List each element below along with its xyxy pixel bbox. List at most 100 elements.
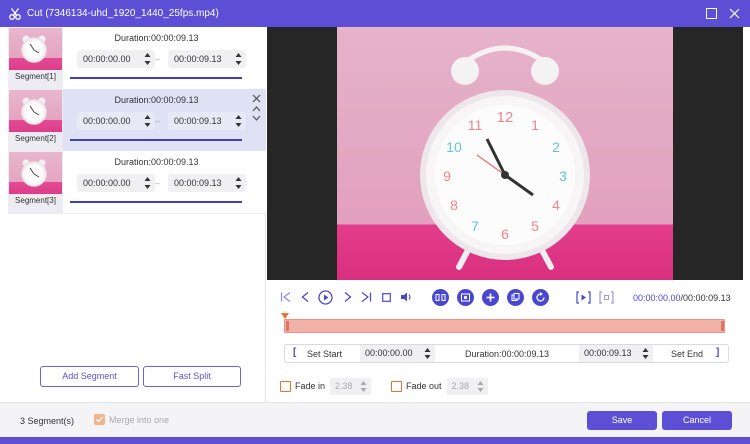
video-frame: 12 1 2 3 4 5 6 7 8 9 10 11 bbox=[337, 27, 673, 280]
fade-in-label: Fade in bbox=[295, 381, 326, 391]
segment-separator: – bbox=[155, 54, 161, 64]
fade-out-input[interactable]: 2.38 bbox=[446, 377, 488, 395]
segment-start-input[interactable]: 00:00:00.00 bbox=[77, 50, 155, 68]
segment-duration: Duration:00:00:09.13 bbox=[114, 95, 199, 105]
stepper-icon[interactable] bbox=[477, 380, 484, 393]
fade-in-control: Fade in 2.38 bbox=[280, 377, 372, 395]
stop-selection-icon[interactable] bbox=[598, 289, 614, 305]
segment-item[interactable]: Segment[3] Duration:00:00:09.13 00:00:00… bbox=[8, 151, 266, 213]
play-button[interactable] bbox=[317, 289, 333, 305]
segment-duration: Duration:00:00:09.13 bbox=[114, 157, 199, 167]
svg-text:8: 8 bbox=[450, 197, 458, 213]
fast-split-button[interactable]: Fast Split bbox=[143, 366, 241, 387]
svg-text:11: 11 bbox=[468, 117, 483, 133]
svg-text:12: 12 bbox=[497, 109, 514, 126]
save-button[interactable]: Save bbox=[587, 411, 657, 430]
segment-item[interactable]: Segment[1] Duration:00:00:09.13 00:00:00… bbox=[8, 27, 266, 89]
fade-out-control: Fade out 2.38 bbox=[391, 377, 488, 395]
previous-frame-icon[interactable] bbox=[299, 289, 311, 305]
set-range-bar: [ Set Start 00:00:00.00 Duration:00:00:0… bbox=[284, 344, 729, 363]
list-divider bbox=[8, 213, 266, 214]
stepper-icon[interactable] bbox=[235, 176, 242, 190]
play-selection-icon[interactable] bbox=[575, 289, 591, 305]
segment-range-bar bbox=[70, 201, 242, 203]
svg-text:2: 2 bbox=[552, 139, 560, 155]
svg-text:3: 3 bbox=[559, 168, 567, 184]
next-frame-icon[interactable] bbox=[342, 289, 354, 305]
cancel-button[interactable]: Cancel bbox=[662, 411, 732, 430]
fade-out-checkbox[interactable] bbox=[391, 380, 402, 392]
volume-icon[interactable] bbox=[399, 289, 413, 305]
split-icon[interactable] bbox=[431, 288, 449, 306]
segment-label: Segment[3] bbox=[15, 196, 56, 205]
segment-duration: Duration:00:00:09.13 bbox=[114, 33, 199, 43]
svg-text:10: 10 bbox=[446, 139, 462, 155]
timeline-track[interactable] bbox=[281, 313, 725, 333]
fade-in-input[interactable]: 2.38 bbox=[330, 377, 372, 395]
go-to-end-icon[interactable] bbox=[359, 289, 373, 305]
merge-option: Merge into one bbox=[94, 414, 169, 425]
segment-separator: – bbox=[155, 178, 161, 188]
segment-label: Segment[1] bbox=[15, 72, 56, 81]
segment-start-input[interactable]: 00:00:00.00 bbox=[77, 174, 155, 192]
segment-end-input[interactable]: 00:00:09.13 bbox=[168, 174, 246, 192]
snapshot-icon[interactable] bbox=[456, 288, 474, 306]
segment-range-bar bbox=[70, 139, 242, 141]
segment-start-input[interactable]: 00:00:00.00 bbox=[77, 112, 155, 130]
stepper-icon[interactable] bbox=[424, 347, 431, 360]
move-down-icon[interactable] bbox=[250, 113, 262, 123]
scissors-icon bbox=[8, 7, 22, 21]
maximize-button[interactable] bbox=[704, 6, 718, 20]
copy-icon[interactable] bbox=[506, 288, 524, 306]
stepper-icon[interactable] bbox=[360, 380, 367, 393]
svg-text:1: 1 bbox=[531, 117, 539, 133]
stepper-icon[interactable] bbox=[144, 176, 151, 190]
stop-icon[interactable] bbox=[380, 289, 392, 305]
svg-text:7: 7 bbox=[471, 218, 479, 234]
go-to-start-icon[interactable] bbox=[279, 289, 293, 305]
stepper-icon[interactable] bbox=[642, 347, 649, 360]
time-readout: 00:00:00.00/00:00:09.13 bbox=[633, 293, 731, 303]
svg-text:9: 9 bbox=[443, 168, 451, 184]
segment-item[interactable]: Segment[2] Duration:00:00:09.13 00:00:00… bbox=[8, 89, 266, 151]
reset-icon[interactable] bbox=[531, 288, 549, 306]
set-end-input[interactable]: 00:00:09.13 bbox=[579, 345, 653, 362]
fade-out-label: Fade out bbox=[406, 381, 442, 391]
merge-checkbox[interactable] bbox=[94, 414, 105, 425]
clock-thumbnail-image bbox=[9, 28, 62, 70]
segment-thumbnail: Segment[2] bbox=[8, 89, 63, 151]
segment-thumbnail: Segment[3] bbox=[8, 151, 63, 213]
set-start-input[interactable]: 00:00:00.00 bbox=[360, 345, 435, 362]
range-end-handle[interactable] bbox=[721, 321, 724, 331]
range-duration: Duration:00:00:09.13 bbox=[465, 349, 550, 359]
stepper-icon[interactable] bbox=[235, 114, 242, 128]
stepper-icon[interactable] bbox=[144, 114, 151, 128]
merge-label: Merge into one bbox=[109, 414, 170, 425]
svg-text:6: 6 bbox=[501, 226, 509, 242]
set-end-button[interactable]: Set End bbox=[671, 349, 703, 359]
range-start-handle[interactable] bbox=[286, 321, 289, 331]
fade-in-checkbox[interactable] bbox=[280, 380, 291, 392]
player-panel: 12 1 2 3 4 5 6 7 8 9 10 11 00:00:00.00/0… bbox=[267, 27, 743, 402]
window-title: Cut (7346134-uhd_1920_1440_25fps.mp4) bbox=[27, 8, 219, 19]
close-bracket-icon: ] bbox=[716, 347, 720, 358]
clock-thumbnail-image bbox=[9, 152, 62, 194]
segment-label: Segment[2] bbox=[15, 134, 56, 143]
add-icon[interactable] bbox=[481, 288, 499, 306]
total-time: /00:00:09.13 bbox=[680, 293, 731, 303]
add-segment-button[interactable]: Add Segment bbox=[40, 366, 139, 387]
segment-end-input[interactable]: 00:00:09.13 bbox=[168, 50, 246, 68]
stepper-icon[interactable] bbox=[235, 52, 242, 66]
playhead-marker[interactable] bbox=[281, 313, 289, 319]
stepper-icon[interactable] bbox=[144, 52, 151, 66]
svg-text:5: 5 bbox=[531, 218, 539, 234]
segment-end-input[interactable]: 00:00:09.13 bbox=[168, 112, 246, 130]
segment-range-bar bbox=[70, 77, 242, 79]
close-window-button[interactable] bbox=[727, 6, 741, 20]
set-start-button[interactable]: Set Start bbox=[307, 349, 342, 359]
clock-thumbnail-image bbox=[9, 90, 62, 132]
title-bar: Cut (7346134-uhd_1920_1440_25fps.mp4) bbox=[0, 0, 750, 27]
segment-count: 3 Segment(s) bbox=[20, 416, 75, 426]
delete-segment-icon[interactable] bbox=[250, 93, 262, 103]
svg-text:4: 4 bbox=[552, 197, 560, 213]
